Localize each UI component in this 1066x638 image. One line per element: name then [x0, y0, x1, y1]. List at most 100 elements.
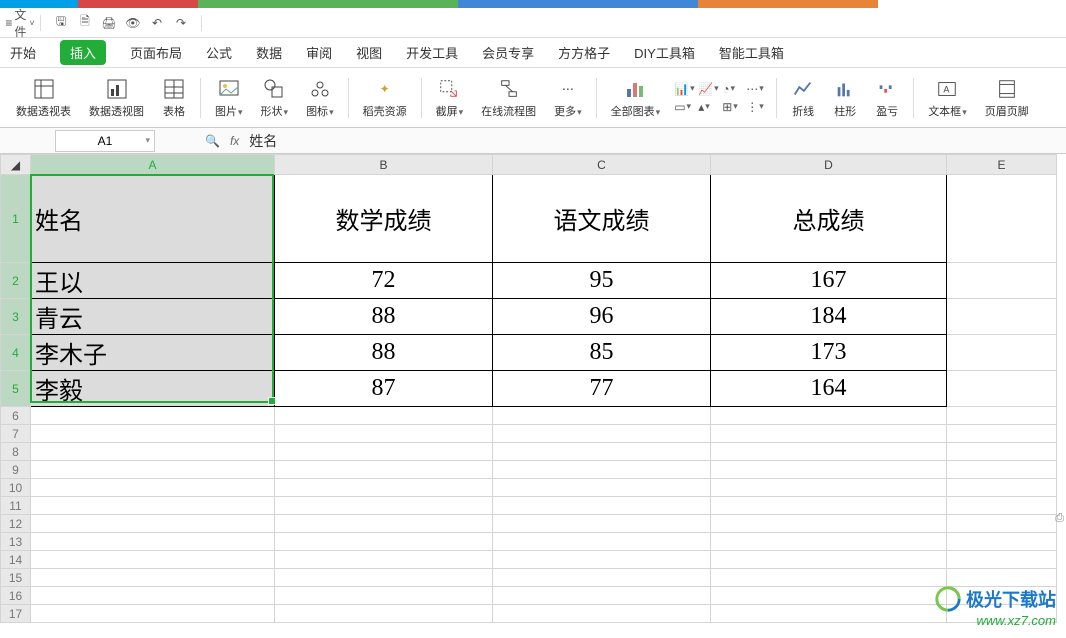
cell[interactable]	[493, 407, 711, 425]
cell[interactable]: 85	[493, 335, 711, 371]
cell[interactable]	[947, 299, 1057, 335]
ribbon-tab-start[interactable]: 开始	[10, 43, 36, 62]
cell[interactable]: 95	[493, 263, 711, 299]
picture-button[interactable]: 图片▾	[207, 68, 251, 127]
table-button[interactable]: 表格	[154, 68, 194, 127]
saveas-icon[interactable]: 🗎	[75, 13, 95, 33]
column-headers[interactable]: ◢ A B C D E	[1, 155, 1057, 175]
print-icon[interactable]: 🖨	[99, 13, 119, 33]
preview-icon[interactable]: 👁	[123, 13, 143, 33]
cell[interactable]: 184	[711, 299, 947, 335]
fx-icon[interactable]: fx	[230, 134, 239, 148]
row-header[interactable]: 1	[1, 175, 31, 263]
cell[interactable]: 青云	[31, 299, 275, 335]
redo-icon[interactable]: ↷	[171, 13, 191, 33]
icons-button[interactable]: 图标▾	[298, 68, 342, 127]
dock-resource-button[interactable]: ✦稻壳资源	[355, 68, 415, 127]
cell[interactable]	[947, 335, 1057, 371]
tab-home[interactable]	[0, 0, 78, 8]
ribbon-tab-view[interactable]: 视图	[356, 43, 382, 62]
row-header[interactable]: 13	[1, 533, 31, 551]
ribbon-tab-diy[interactable]: DIY工具箱	[634, 43, 695, 62]
ribbon: 数据透视表 数据透视图 表格 图片▾ 形状▾ 图标▾ ✦稻壳资源 截屏▾ 在线流…	[0, 68, 1066, 128]
cell[interactable]: 李木子	[31, 335, 275, 371]
col-header-C[interactable]: C	[493, 155, 711, 175]
search-fx-icon[interactable]: 🔍	[205, 134, 220, 148]
row-header[interactable]: 5	[1, 371, 31, 407]
cell[interactable]	[31, 407, 275, 425]
pivot-chart-button[interactable]: 数据透视图	[81, 68, 152, 127]
ribbon-tab-formula[interactable]: 公式	[206, 43, 232, 62]
cell[interactable]: 李毅	[31, 371, 275, 407]
row-header[interactable]: 2	[1, 263, 31, 299]
cell[interactable]	[947, 263, 1057, 299]
cell[interactable]: 语文成绩	[493, 175, 711, 263]
chart-mini-icons[interactable]: 📊▾📈▾◔▾⋯▾ ▭▾▴▾⊞▾⋮▾	[670, 81, 770, 115]
row-header[interactable]: 3	[1, 299, 31, 335]
more-button[interactable]: ⋯更多▾	[546, 68, 590, 127]
cell[interactable]: 173	[711, 335, 947, 371]
screenshot-button[interactable]: 截屏▾	[428, 68, 472, 127]
cell[interactable]	[947, 175, 1057, 263]
ribbon-tab-page[interactable]: 页面布局	[130, 43, 182, 62]
row-header[interactable]: 11	[1, 497, 31, 515]
cell[interactable]: 96	[493, 299, 711, 335]
online-flowchart-button[interactable]: 在线流程图	[473, 68, 544, 127]
all-charts-button[interactable]: 全部图表▾	[603, 68, 669, 127]
row-header[interactable]: 8	[1, 443, 31, 461]
cell[interactable]: 164	[711, 371, 947, 407]
sparkline-winloss-button[interactable]: 盈亏	[867, 68, 907, 127]
ribbon-tab-insert[interactable]: 插入	[60, 40, 106, 65]
col-header-B[interactable]: B	[275, 155, 493, 175]
cell[interactable]: 167	[711, 263, 947, 299]
col-header-E[interactable]: E	[947, 155, 1057, 175]
cell[interactable]: 87	[275, 371, 493, 407]
pivot-table-button[interactable]: 数据透视表	[8, 68, 79, 127]
save-icon[interactable]: 🖫	[51, 13, 71, 33]
formula-value[interactable]: 姓名	[249, 131, 277, 151]
tab-4[interactable]	[458, 0, 698, 8]
name-box[interactable]: A1	[55, 130, 155, 152]
undo-icon[interactable]: ↶	[147, 13, 167, 33]
cell[interactable]	[711, 407, 947, 425]
ribbon-tab-member[interactable]: 会员专享	[482, 43, 534, 62]
cell[interactable]: 王以	[31, 263, 275, 299]
row-header[interactable]: 9	[1, 461, 31, 479]
cell[interactable]	[947, 371, 1057, 407]
ribbon-tab-review[interactable]: 审阅	[306, 43, 332, 62]
cell[interactable]: 姓名	[31, 175, 275, 263]
ribbon-tab-data[interactable]: 数据	[256, 43, 282, 62]
row-header[interactable]: 16	[1, 587, 31, 605]
row-header[interactable]: 15	[1, 569, 31, 587]
tab-2[interactable]	[78, 0, 198, 8]
row-header[interactable]: 12	[1, 515, 31, 533]
row-header[interactable]: 4	[1, 335, 31, 371]
row-header[interactable]: 10	[1, 479, 31, 497]
ribbon-tab-fgz[interactable]: 方方格子	[558, 43, 610, 62]
row-header[interactable]: 6	[1, 407, 31, 425]
shapes-button[interactable]: 形状▾	[253, 68, 297, 127]
cell[interactable]: 77	[493, 371, 711, 407]
menu-icon[interactable]: ≡ 文件˅	[10, 13, 30, 33]
cell[interactable]: 数学成绩	[275, 175, 493, 263]
cell[interactable]	[947, 407, 1057, 425]
row-header[interactable]: 7	[1, 425, 31, 443]
textbox-button[interactable]: A文本框▾	[920, 68, 975, 127]
cell[interactable]: 88	[275, 299, 493, 335]
sparkline-bar-button[interactable]: 柱形	[825, 68, 865, 127]
cell[interactable]: 88	[275, 335, 493, 371]
ribbon-tab-smart[interactable]: 智能工具箱	[719, 43, 784, 62]
col-header-D[interactable]: D	[711, 155, 947, 175]
cell[interactable]: 72	[275, 263, 493, 299]
sparkline-line-button[interactable]: 折线	[783, 68, 823, 127]
row-header[interactable]: 14	[1, 551, 31, 569]
cell[interactable]	[275, 407, 493, 425]
row-header[interactable]: 17	[1, 605, 31, 623]
header-footer-button[interactable]: 页眉页脚	[977, 68, 1037, 127]
cell[interactable]: 总成绩	[711, 175, 947, 263]
tab-5[interactable]	[698, 0, 878, 8]
tab-3[interactable]	[198, 0, 458, 8]
col-header-A[interactable]: A	[31, 155, 275, 175]
select-all-corner[interactable]: ◢	[1, 155, 31, 175]
ribbon-tab-dev[interactable]: 开发工具	[406, 43, 458, 62]
